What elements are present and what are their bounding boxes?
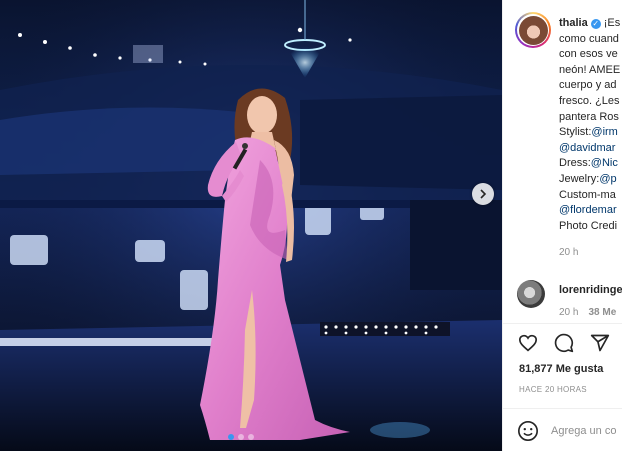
chevron-right-icon — [480, 189, 487, 199]
credit-handle-link[interactable]: @flordemar — [559, 203, 617, 219]
author-username[interactable]: thalia — [559, 16, 588, 32]
avatar-image — [518, 15, 548, 45]
credit-handle-link[interactable]: @p — [599, 172, 616, 188]
comment-icon — [554, 333, 574, 353]
credit-label: Dress: — [559, 157, 591, 170]
post-caption: thalia ✓ ¡Es como cuand con esos ve neón… — [559, 16, 622, 234]
comment-likes[interactable]: 38 Me — [588, 307, 616, 318]
carousel-indicator — [228, 434, 254, 440]
caption-line: con esos ve — [559, 48, 618, 61]
caption-line: pantera Ros — [559, 110, 619, 123]
divider — [503, 323, 622, 324]
caption-line: como cuand — [559, 32, 619, 45]
caption-time[interactable]: 20 h — [559, 247, 578, 258]
comment-meta: 20 h 38 Me — [559, 307, 616, 318]
carousel-dot-active — [228, 434, 234, 440]
comment-time[interactable]: 20 h — [559, 307, 578, 318]
carousel-dot — [248, 434, 254, 440]
commenter-username[interactable]: lorenridinge — [559, 284, 622, 296]
comment-button[interactable] — [553, 332, 575, 354]
verified-badge-icon: ✓ — [590, 18, 601, 29]
commenter-avatar[interactable] — [517, 280, 545, 308]
credit-label: Photo Credi — [559, 219, 618, 232]
heart-icon — [518, 334, 538, 352]
carousel-next-button[interactable] — [472, 183, 494, 205]
caption-line: neón! AMEE — [559, 63, 621, 76]
caption-line: ¡Es — [603, 17, 621, 29]
credit-label: Jewelry: — [559, 172, 600, 185]
caption-line: fresco. ¿Les — [559, 94, 620, 107]
comment-input[interactable] — [551, 421, 622, 441]
credit-handle-link[interactable]: @Nic — [591, 156, 618, 172]
author-avatar[interactable] — [515, 12, 551, 48]
share-icon — [590, 334, 610, 352]
credit-label: Stylist: — [559, 126, 592, 139]
emoji-icon[interactable] — [517, 420, 539, 442]
like-button[interactable] — [517, 332, 539, 354]
post-side-panel: thalia ✓ ¡Es como cuand con esos ve neón… — [502, 0, 622, 451]
stage-scene — [0, 0, 502, 451]
likes-count[interactable]: 81,877 Me gusta — [519, 363, 603, 375]
credit-handle-link[interactable]: @irm — [591, 125, 617, 141]
post-actions — [517, 332, 611, 354]
carousel-dot — [238, 434, 244, 440]
post-photo[interactable] — [0, 0, 502, 451]
post-timestamp: HACE 20 HORAS — [519, 385, 587, 394]
caption-line: cuerpo y ad — [559, 79, 617, 92]
share-button[interactable] — [589, 332, 611, 354]
credit-handle-link[interactable]: @davidmar — [559, 141, 615, 157]
add-comment-bar — [503, 408, 622, 451]
credit-label: Custom-ma — [559, 188, 616, 201]
